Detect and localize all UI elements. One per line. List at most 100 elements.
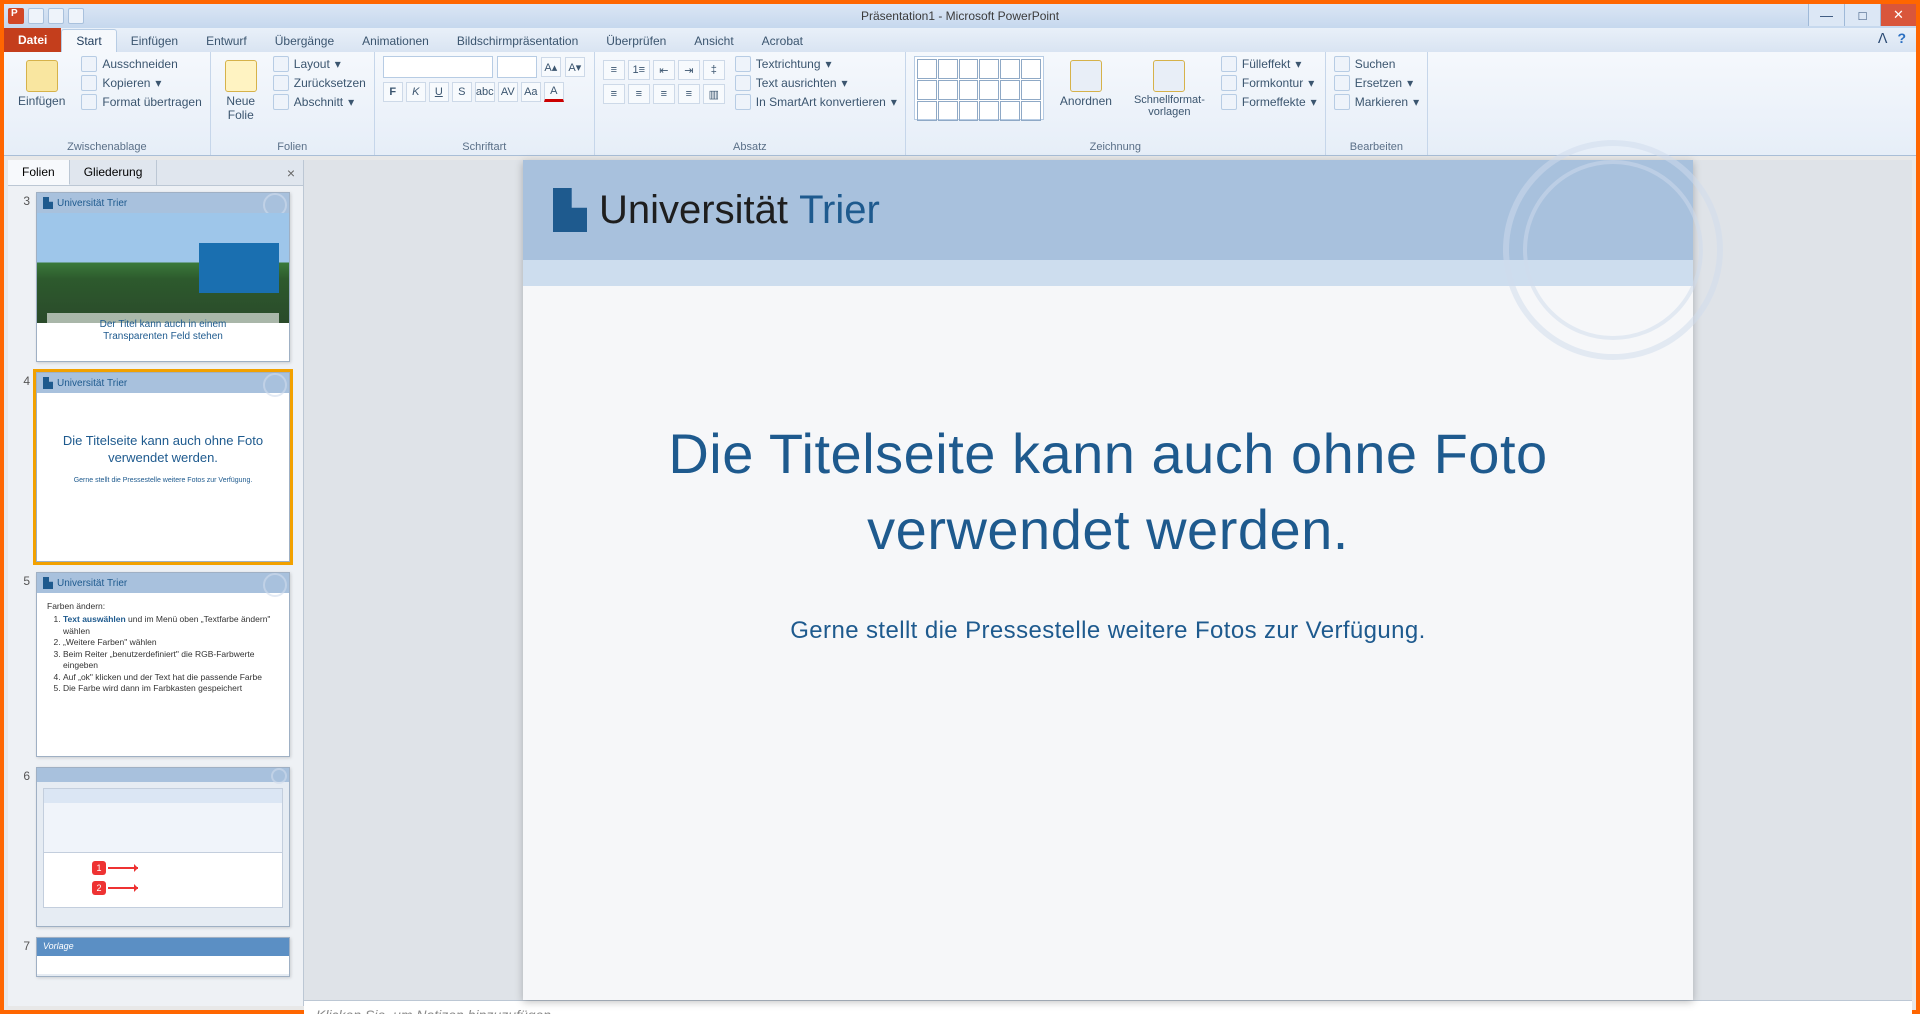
align-center-icon[interactable]: ≡ [628, 84, 650, 104]
seal-icon [1503, 140, 1723, 360]
minimize-button[interactable]: — [1808, 4, 1844, 26]
smartart-button[interactable]: In SmartArt konvertieren ▾ [735, 94, 897, 110]
justify-icon[interactable]: ≡ [678, 84, 700, 104]
new-slide-button[interactable]: Neue Folie [219, 56, 263, 126]
font-color-icon[interactable]: A [544, 82, 564, 102]
shapes-gallery[interactable] [914, 56, 1044, 120]
section-icon [273, 94, 289, 110]
spacing-icon[interactable]: AV [498, 82, 518, 102]
font-name-combo[interactable] [383, 56, 493, 78]
logo-mark-icon [43, 377, 53, 389]
copy-button[interactable]: Kopieren ▾ [81, 75, 201, 91]
slide-thumb-6[interactable]: 6 1 2 [16, 767, 295, 927]
seal-icon [263, 373, 287, 397]
list-item: „Weitere Farben" wählen [63, 637, 279, 648]
find-icon [1334, 56, 1350, 72]
reset-button[interactable]: Zurücksetzen [273, 75, 366, 91]
tab-design[interactable]: Entwurf [192, 30, 261, 52]
close-button[interactable]: ✕ [1880, 4, 1916, 26]
tab-slideshow[interactable]: Bildschirmpräsentation [443, 30, 592, 52]
format-painter-button[interactable]: Format übertragen [81, 94, 201, 110]
copy-icon [81, 75, 97, 91]
thumb-band: Vorlage [37, 938, 289, 956]
notes-pane[interactable]: Klicken Sie, um Notizen hinzuzufügen [304, 1000, 1912, 1014]
group-drawing: Anordnen Schnellformat- vorlagen Fülleff… [906, 52, 1326, 155]
tab-insert[interactable]: Einfügen [117, 30, 192, 52]
slide-canvas[interactable]: Universität Trier Die Titelseite kann au… [523, 160, 1693, 1000]
quick-styles-button[interactable]: Schnellformat- vorlagen [1128, 56, 1211, 122]
list-item: Text auswählen und im Menü oben „Textfar… [63, 614, 279, 637]
slide-thumb-3[interactable]: 3 Universität Trier Der Titel kann auch … [16, 192, 295, 362]
align-right-icon[interactable]: ≡ [653, 84, 675, 104]
text-direction-button[interactable]: Textrichtung ▾ [735, 56, 897, 72]
select-button[interactable]: Markieren ▾ [1334, 94, 1419, 110]
slide-title[interactable]: Die Titelseite kann auch ohne Foto verwe… [583, 416, 1633, 567]
paste-icon [26, 60, 58, 92]
bold-icon[interactable]: F [383, 82, 403, 102]
group-label: Zwischenablage [12, 139, 202, 153]
scissors-icon [81, 56, 97, 72]
slide-thumb-4[interactable]: 4 Universität Trier Die Titelseite kann … [16, 372, 295, 562]
panel-tab-slides[interactable]: Folien [8, 160, 70, 185]
tab-transitions[interactable]: Übergänge [261, 30, 348, 52]
group-label: Bearbeiten [1334, 139, 1419, 153]
panel-close-icon[interactable]: × [287, 165, 295, 181]
slide-thumb-5[interactable]: 5 Universität Trier Farben ändern: Text … [16, 572, 295, 757]
strike-icon[interactable]: S [452, 82, 472, 102]
list-item: Auf „ok" klicken und der Text hat die pa… [63, 672, 279, 683]
outdent-icon[interactable]: ⇤ [653, 60, 675, 80]
slide-panel: Folien Gliederung × 3 Universität Trier … [8, 160, 304, 1006]
help-icon[interactable]: ? [1897, 30, 1906, 47]
bullets-icon[interactable]: ≡ [603, 60, 625, 80]
case-icon[interactable]: Aa [521, 82, 541, 102]
group-editing: Suchen Ersetzen ▾ Markieren ▾ Bearbeiten [1326, 52, 1428, 155]
shadow-icon[interactable]: abc [475, 82, 495, 102]
group-clipboard: Einfügen Ausschneiden Kopieren ▾ Format … [4, 52, 211, 155]
qat-undo-icon[interactable] [48, 8, 64, 24]
panel-tab-outline[interactable]: Gliederung [70, 160, 158, 185]
group-label: Absatz [603, 139, 897, 153]
tab-acrobat[interactable]: Acrobat [748, 30, 817, 52]
cut-button[interactable]: Ausschneiden [81, 56, 201, 72]
italic-icon[interactable]: K [406, 82, 426, 102]
minimize-ribbon-icon[interactable]: ᐱ [1878, 30, 1888, 47]
qat-save-icon[interactable] [28, 8, 44, 24]
group-slides: Neue Folie Layout ▾ Zurücksetzen Abschni… [211, 52, 375, 155]
shrink-font-icon[interactable]: A▾ [565, 57, 585, 77]
section-button[interactable]: Abschnitt ▾ [273, 94, 366, 110]
paste-button[interactable]: Einfügen [12, 56, 71, 112]
arrange-icon [1070, 60, 1102, 92]
layout-button[interactable]: Layout ▾ [273, 56, 366, 72]
thumb-heading: Farben ändern: [47, 601, 279, 612]
numbering-icon[interactable]: 1≡ [628, 60, 650, 80]
align-text-button[interactable]: Text ausrichten ▾ [735, 75, 897, 91]
find-button[interactable]: Suchen [1334, 56, 1419, 72]
tab-review[interactable]: Überprüfen [592, 30, 680, 52]
underline-icon[interactable]: U [429, 82, 449, 102]
slide-subtitle[interactable]: Gerne stellt die Pressestelle weitere Fo… [583, 617, 1633, 645]
grow-font-icon[interactable]: A▴ [541, 57, 561, 77]
tab-animations[interactable]: Animationen [348, 30, 443, 52]
maximize-button[interactable]: □ [1844, 4, 1880, 26]
shape-effects-button[interactable]: Formeffekte ▾ [1221, 94, 1317, 110]
indent-icon[interactable]: ⇥ [678, 60, 700, 80]
shape-fill-button[interactable]: Fülleffekt ▾ [1221, 56, 1317, 72]
align-left-icon[interactable]: ≡ [603, 84, 625, 104]
quick-access-toolbar [4, 8, 84, 24]
slide-thumb-7[interactable]: 7 Vorlage [16, 937, 295, 977]
arrange-button[interactable]: Anordnen [1054, 56, 1118, 112]
university-logo: Universität Trier [553, 188, 880, 233]
tab-file[interactable]: Datei [4, 28, 61, 52]
new-slide-label: Neue Folie [226, 94, 255, 122]
columns-icon[interactable]: ▥ [703, 84, 725, 104]
font-size-combo[interactable] [497, 56, 537, 78]
qat-redo-icon[interactable] [68, 8, 84, 24]
shape-outline-button[interactable]: Formkontur ▾ [1221, 75, 1317, 91]
line-spacing-icon[interactable]: ‡ [703, 60, 725, 80]
list-item: Die Farbe wird dann im Farbkasten gespei… [63, 683, 279, 694]
tab-view[interactable]: Ansicht [680, 30, 747, 52]
tab-start[interactable]: Start [61, 29, 116, 52]
text-direction-icon [735, 56, 751, 72]
fill-icon [1221, 56, 1237, 72]
replace-button[interactable]: Ersetzen ▾ [1334, 75, 1419, 91]
